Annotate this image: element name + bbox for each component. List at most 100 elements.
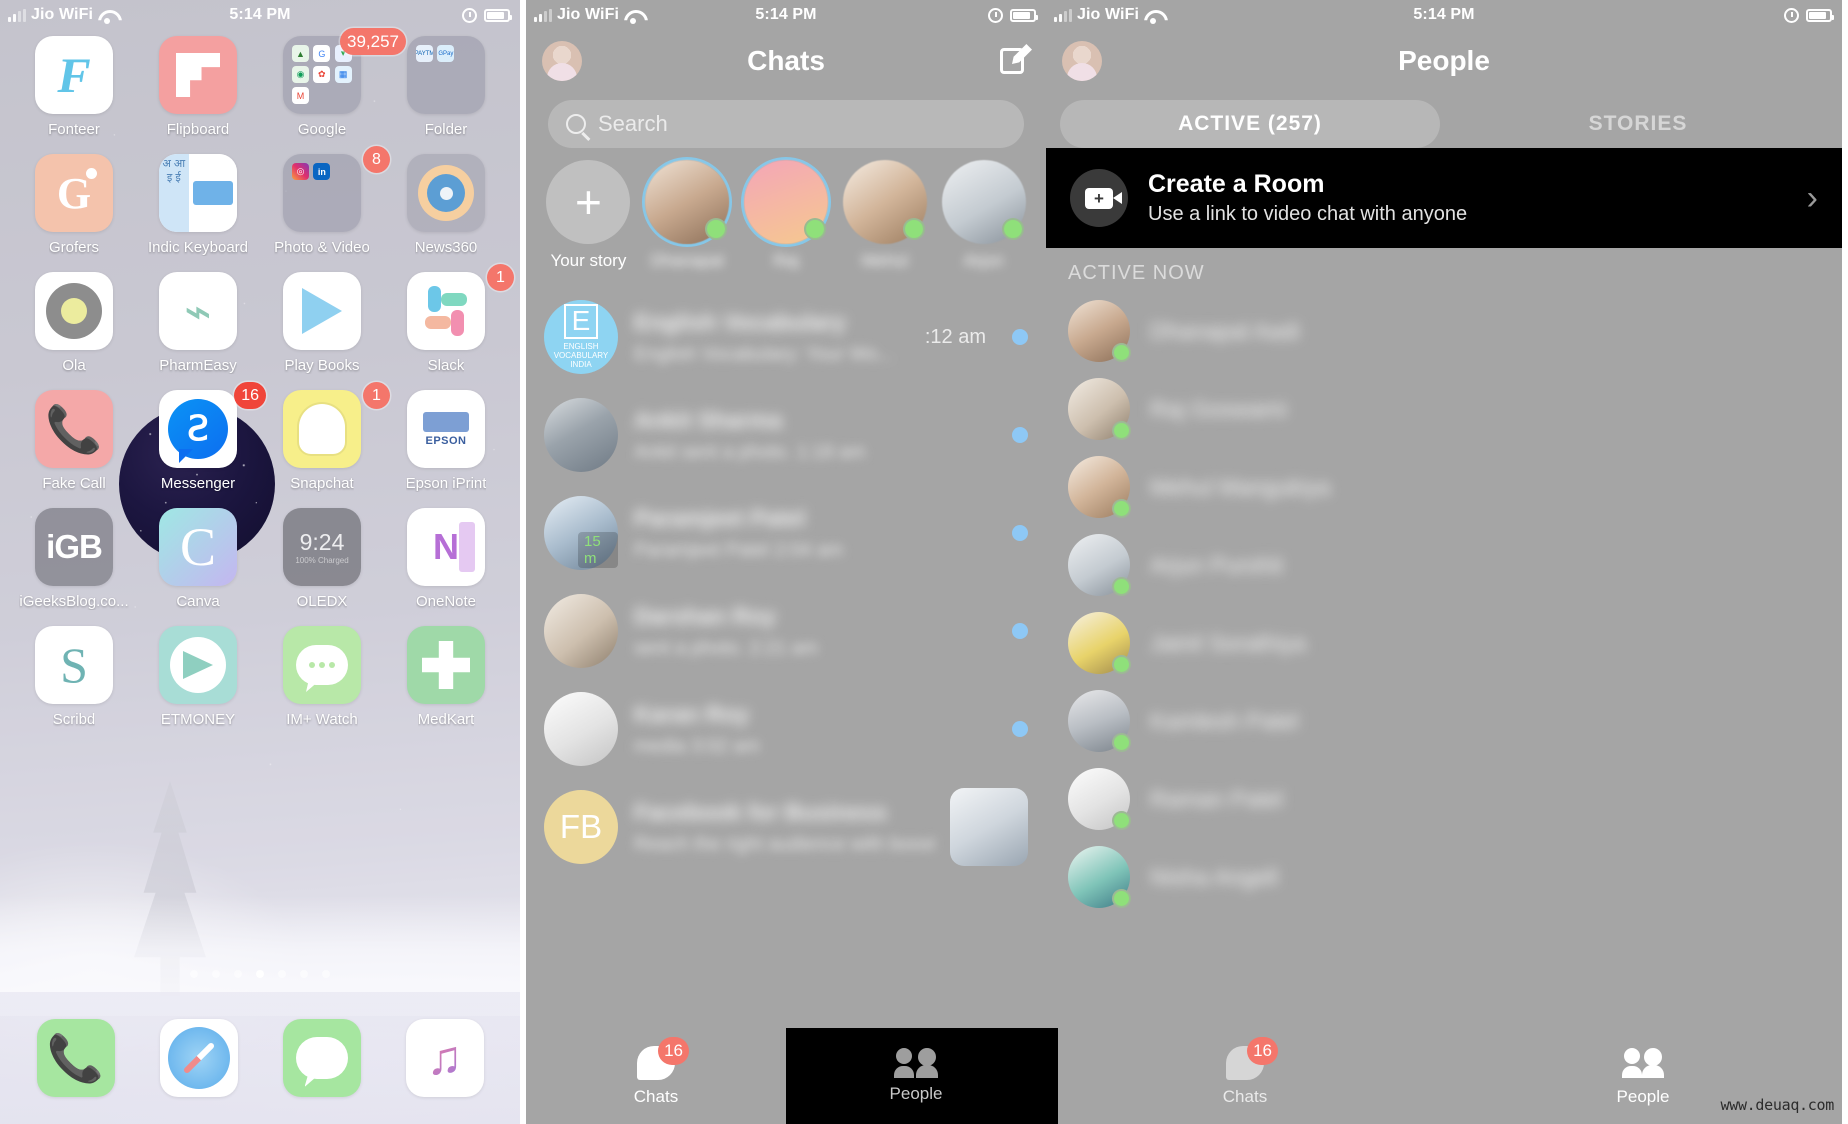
app-ola[interactable]: Ola	[12, 272, 136, 374]
status-bar-people: Jio WiFi 5:14 PM	[1046, 0, 1842, 30]
flipboard-icon	[159, 36, 237, 114]
app-oledx[interactable]: 9:24 100% Charged OLEDX	[260, 508, 384, 610]
app-folder[interactable]: PAYTM GPay Folder	[384, 36, 508, 138]
app-etmoney[interactable]: ETMONEY	[136, 626, 260, 728]
app-canva[interactable]: C Canva	[136, 508, 260, 610]
alarm-icon	[988, 7, 1003, 23]
chat-name: Ankit Sharma	[634, 406, 783, 433]
compose-icon[interactable]	[1000, 46, 1030, 76]
slack-icon	[407, 272, 485, 350]
search-input[interactable]: Search	[548, 100, 1024, 148]
chat-preview: media 3:02 am	[634, 735, 760, 757]
badge-count: 16	[234, 382, 266, 409]
tab-active[interactable]: ACTIVE (257)	[1060, 100, 1440, 148]
app-pharmeasy[interactable]: ⌁ PharmEasy	[136, 272, 260, 374]
list-item[interactable]: Mehul Mangukiya	[1046, 448, 1842, 526]
app-grofers[interactable]: G Grofers	[12, 154, 136, 256]
list-item[interactable]: Raman Patel	[1046, 760, 1842, 838]
people-tab-spotlight-content[interactable]: People	[786, 1028, 1046, 1124]
app-photo-video-folder[interactable]: ◎ in 8 Photo & Video	[260, 146, 390, 256]
stories-row: + Your story Dhanapal Raj Mehul Arjun	[526, 160, 1046, 280]
photo-video-folder-icon: ◎ in	[283, 154, 361, 232]
app-igeeksblog[interactable]: iGB iGeeksBlog.co...	[12, 508, 136, 610]
sponsored-thumbnail[interactable]	[950, 788, 1028, 866]
list-item[interactable]: Arjun Purohit	[1046, 526, 1842, 604]
battery-icon	[1010, 8, 1038, 22]
table-row[interactable]: 15 m Paramjeet Patel Paramjeet Patel 2:0…	[526, 484, 1046, 582]
list-item[interactable]: Nisha Angell	[1046, 838, 1842, 916]
avatar	[1068, 690, 1131, 752]
app-label: Play Books	[284, 357, 360, 374]
indic-keyboard-icon: अ आ इ ई	[159, 154, 237, 232]
safari-icon[interactable]	[159, 1019, 238, 1097]
table-row[interactable]: Darshan Roy sent a photo. 2:21 am	[526, 582, 1046, 680]
phone-icon[interactable]: 📞	[36, 1019, 115, 1097]
app-label: Flipboard	[166, 121, 230, 138]
alarm-icon	[1784, 7, 1799, 23]
list-item[interactable]: Kamlesh Patel	[1046, 682, 1842, 760]
table-row[interactable]: Ankit Sharma Ankit sent a photo. 1:18 am	[526, 386, 1046, 484]
story-item[interactable]: Dhanapal	[643, 160, 732, 280]
app-label: Fonteer	[48, 121, 100, 138]
app-epson-iprint[interactable]: EPSON Epson iPrint	[384, 390, 508, 492]
story-your-story[interactable]: + Your story	[544, 160, 633, 280]
home-dock: 📞 ♫	[0, 992, 520, 1124]
app-slack[interactable]: 1 Slack	[384, 264, 514, 374]
list-item[interactable]: Dhanapal Aadi	[1046, 292, 1842, 370]
table-row[interactable]: FB Facebook for Business Reach the right…	[526, 778, 1046, 876]
list-item[interactable]: Jainil Sorathiya	[1046, 604, 1842, 682]
story-item[interactable]: Raj	[742, 160, 831, 280]
app-indic-keyboard[interactable]: अ आ इ ई Indic Keyboard	[136, 154, 260, 256]
story-item[interactable]: Arjun	[939, 160, 1028, 280]
table-row[interactable]: Karan Roy media 3:02 am	[526, 680, 1046, 778]
person-name: Jainil Sorathiya	[1150, 629, 1306, 656]
carrier-label: Jio WiFi	[1077, 6, 1139, 23]
page-title: People	[1398, 45, 1490, 76]
online-dot	[1112, 811, 1131, 830]
app-fonteer[interactable]: F Fonteer	[12, 36, 136, 138]
app-onenote[interactable]: N OneNote	[384, 508, 508, 610]
tab-chats[interactable]: 16 Chats	[526, 1028, 786, 1124]
online-dot	[803, 218, 826, 240]
fonteer-icon: F	[35, 36, 113, 114]
oledx-time: 9:24	[299, 529, 345, 555]
tab-chats[interactable]: 16 Chats	[1046, 1028, 1444, 1124]
table-row[interactable]: E ENGLISH VOCABULARY INDIA English Vocabula…	[526, 288, 1046, 386]
online-dot	[1112, 655, 1131, 674]
badge-count: 1	[363, 382, 390, 409]
page-indicator-dots[interactable]	[0, 970, 520, 978]
segment-control: ACTIVE (257) STORIES	[1046, 100, 1842, 148]
app-play-books[interactable]: Play Books	[260, 272, 384, 374]
people-header: People	[1046, 30, 1842, 92]
tab-stories[interactable]: STORIES	[1448, 100, 1828, 148]
tab-label: Chats	[1222, 1087, 1268, 1106]
avatar	[1068, 612, 1131, 674]
signal-bars-icon	[1054, 8, 1072, 22]
online-dot	[902, 218, 925, 240]
person-name: Raman Patel	[1150, 785, 1283, 812]
music-icon[interactable]: ♫	[405, 1019, 484, 1097]
chats-header: Chats	[526, 30, 1046, 92]
signal-bars-icon	[534, 8, 552, 22]
app-messenger[interactable]: Ꙅ 16 Messenger	[136, 382, 266, 492]
app-snapchat[interactable]: 1 Snapchat	[260, 382, 390, 492]
story-item[interactable]: Mehul	[840, 160, 929, 280]
avatar	[1068, 456, 1131, 518]
unread-dot	[1012, 623, 1028, 639]
messages-icon[interactable]	[282, 1019, 361, 1097]
online-dot	[1001, 218, 1024, 240]
oledx-icon: 9:24 100% Charged	[283, 508, 361, 586]
app-fake-call[interactable]: 📞 Fake Call	[12, 390, 136, 492]
app-im-plus-watch[interactable]: IM+ Watch	[260, 626, 384, 728]
list-item[interactable]: Raj Goswami	[1046, 370, 1842, 448]
app-flipboard[interactable]: Flipboard	[136, 36, 260, 138]
app-google-folder[interactable]: ▲ G ▾ ◉ ✿ ▦ M 39,257 Google	[260, 28, 406, 138]
people-tab-spotlight-extension	[1046, 1028, 1058, 1124]
chats-screen-panel: Jio WiFi 5:14 PM Chats Search + Your sto…	[526, 0, 1046, 1124]
app-medkart[interactable]: MedKart	[384, 626, 508, 728]
avatar	[1068, 768, 1131, 830]
app-news360[interactable]: News360	[384, 154, 508, 256]
chat-time: :12 am	[924, 325, 986, 348]
create-room-card[interactable]: + Create a Room Use a link to video chat…	[1046, 148, 1842, 248]
app-scribd[interactable]: S Scribd	[12, 626, 136, 728]
